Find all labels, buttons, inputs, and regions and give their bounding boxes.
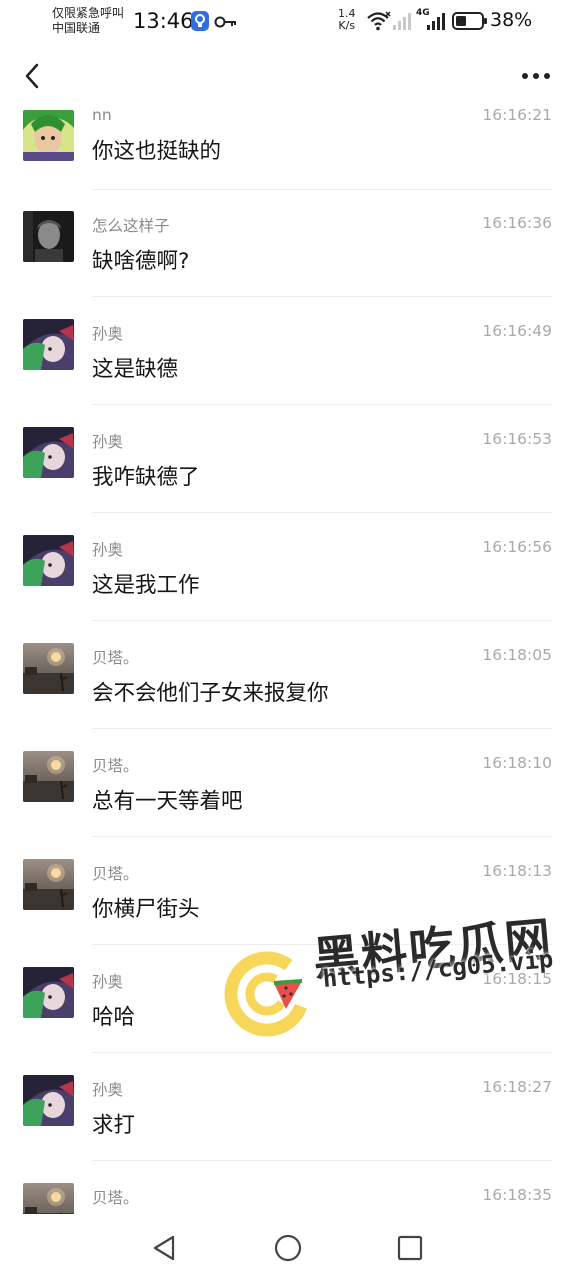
avatar[interactable] (23, 1183, 74, 1214)
sender-name: 贝塔。 (92, 757, 139, 775)
avatar[interactable] (23, 319, 74, 370)
chat-header (0, 44, 576, 108)
divider (92, 836, 552, 837)
sender-name: 贝塔。 (92, 865, 139, 883)
avatar[interactable] (23, 1075, 74, 1126)
more-options-button[interactable] (518, 58, 554, 94)
sender-name: 孙奥 (92, 1081, 124, 1099)
back-button[interactable] (14, 58, 50, 94)
message-item[interactable]: 孙奥 16:16:49 这是缺德 (0, 314, 576, 422)
divider (92, 296, 552, 297)
battery-percent: 38% (490, 9, 533, 31)
sender-name: 孙奥 (92, 325, 124, 343)
message-time: 16:18:10 (482, 754, 552, 772)
message-item[interactable]: 贝塔。 16:18:13 你横尸街头 (0, 854, 576, 962)
sender-name: 怎么这样子 (92, 217, 170, 235)
square-recents-icon (397, 1235, 423, 1261)
divider (92, 404, 552, 405)
message-text: 总有一天等着吧 (92, 789, 243, 814)
avatar[interactable] (23, 859, 74, 910)
message-time: 16:16:36 (482, 214, 552, 232)
avatar[interactable] (23, 751, 74, 802)
sender-name: 孙奥 (92, 973, 124, 991)
message-text: 求打 (92, 1113, 136, 1138)
message-item[interactable]: 贝塔。 16:18:35 (0, 1178, 576, 1214)
avatar[interactable] (23, 427, 74, 478)
wifi-icon (366, 10, 392, 36)
sender-name: 孙奥 (92, 433, 124, 451)
emergency-text: 仅限紧急呼叫 (52, 6, 125, 20)
message-time: 16:18:35 (482, 1186, 552, 1204)
message-time: 16:18:13 (482, 862, 552, 880)
signal-sim2-icon (426, 11, 446, 35)
divider (92, 728, 552, 729)
signal-sim1-icon (392, 11, 412, 35)
message-text: 我咋缺德了 (92, 465, 200, 490)
divider (92, 189, 552, 190)
message-time: 16:16:49 (482, 322, 552, 340)
message-item[interactable]: 孙奥 16:18:15 哈哈 (0, 962, 576, 1070)
sender-name: 贝塔。 (92, 1189, 139, 1207)
message-text: 缺啥德啊? (92, 249, 190, 274)
message-item[interactable]: 怎么这样子 16:16:36 缺啥德啊? (0, 206, 576, 314)
message-item[interactable]: 孙奥 16:18:27 求打 (0, 1070, 576, 1178)
message-time: 16:18:15 (482, 970, 552, 988)
network-speed: 1.4 K/s (338, 7, 356, 32)
nav-recents-button[interactable] (390, 1228, 430, 1268)
message-item[interactable]: 孙奥 16:16:56 这是我工作 (0, 530, 576, 638)
message-item[interactable]: nn 16:16:21 你这也挺缺的 (0, 108, 576, 206)
divider (92, 620, 552, 621)
nav-home-button[interactable] (268, 1228, 308, 1268)
avatar[interactable] (23, 535, 74, 586)
sender-name: nn (92, 108, 112, 124)
message-item[interactable]: 贝塔。 16:18:05 会不会他们子女来报复你 (0, 638, 576, 746)
carrier-name: 中国联通 (52, 21, 101, 35)
divider (92, 1160, 552, 1161)
battery-icon (452, 12, 488, 34)
message-list[interactable]: nn 16:16:21 你这也挺缺的 怎么这样子 16:16:36 缺啥德啊? … (0, 108, 576, 1214)
message-item[interactable]: 孙奥 16:16:53 我咋缺德了 (0, 422, 576, 530)
key-icon (214, 14, 238, 33)
message-time: 16:16:53 (482, 430, 552, 448)
status-time: 13:46 (133, 9, 194, 33)
message-time: 16:16:56 (482, 538, 552, 556)
nav-back-button[interactable] (144, 1228, 184, 1268)
message-text: 你横尸街头 (92, 897, 200, 922)
message-text: 你这也挺缺的 (92, 139, 222, 164)
message-time: 16:18:05 (482, 646, 552, 664)
circle-home-icon (274, 1234, 302, 1262)
divider (92, 944, 552, 945)
divider (92, 1052, 552, 1053)
avatar[interactable] (23, 967, 74, 1018)
message-text: 这是缺德 (92, 357, 179, 382)
more-dots-icon (522, 73, 550, 79)
sender-name: 贝塔。 (92, 649, 139, 667)
divider (92, 512, 552, 513)
message-text: 这是我工作 (92, 573, 200, 598)
message-time: 16:16:21 (482, 108, 552, 124)
avatar[interactable] (23, 110, 74, 161)
sender-name: 孙奥 (92, 541, 124, 559)
system-nav-bar (0, 1214, 576, 1280)
avatar[interactable] (23, 643, 74, 694)
message-item[interactable]: 贝塔。 16:18:10 总有一天等着吧 (0, 746, 576, 854)
triangle-back-icon (153, 1235, 175, 1261)
smart-assistant-icon (190, 10, 210, 36)
message-text: 会不会他们子女来报复你 (92, 681, 329, 706)
chevron-left-icon (25, 63, 39, 89)
message-text: 哈哈 (92, 1005, 136, 1030)
carrier-info: 仅限紧急呼叫 中国联通 (52, 6, 124, 36)
avatar[interactable] (23, 211, 74, 262)
message-time: 16:18:27 (482, 1078, 552, 1096)
status-bar: 仅限紧急呼叫 中国联通 13:46 1.4 K/s 4G 38% (0, 0, 576, 44)
